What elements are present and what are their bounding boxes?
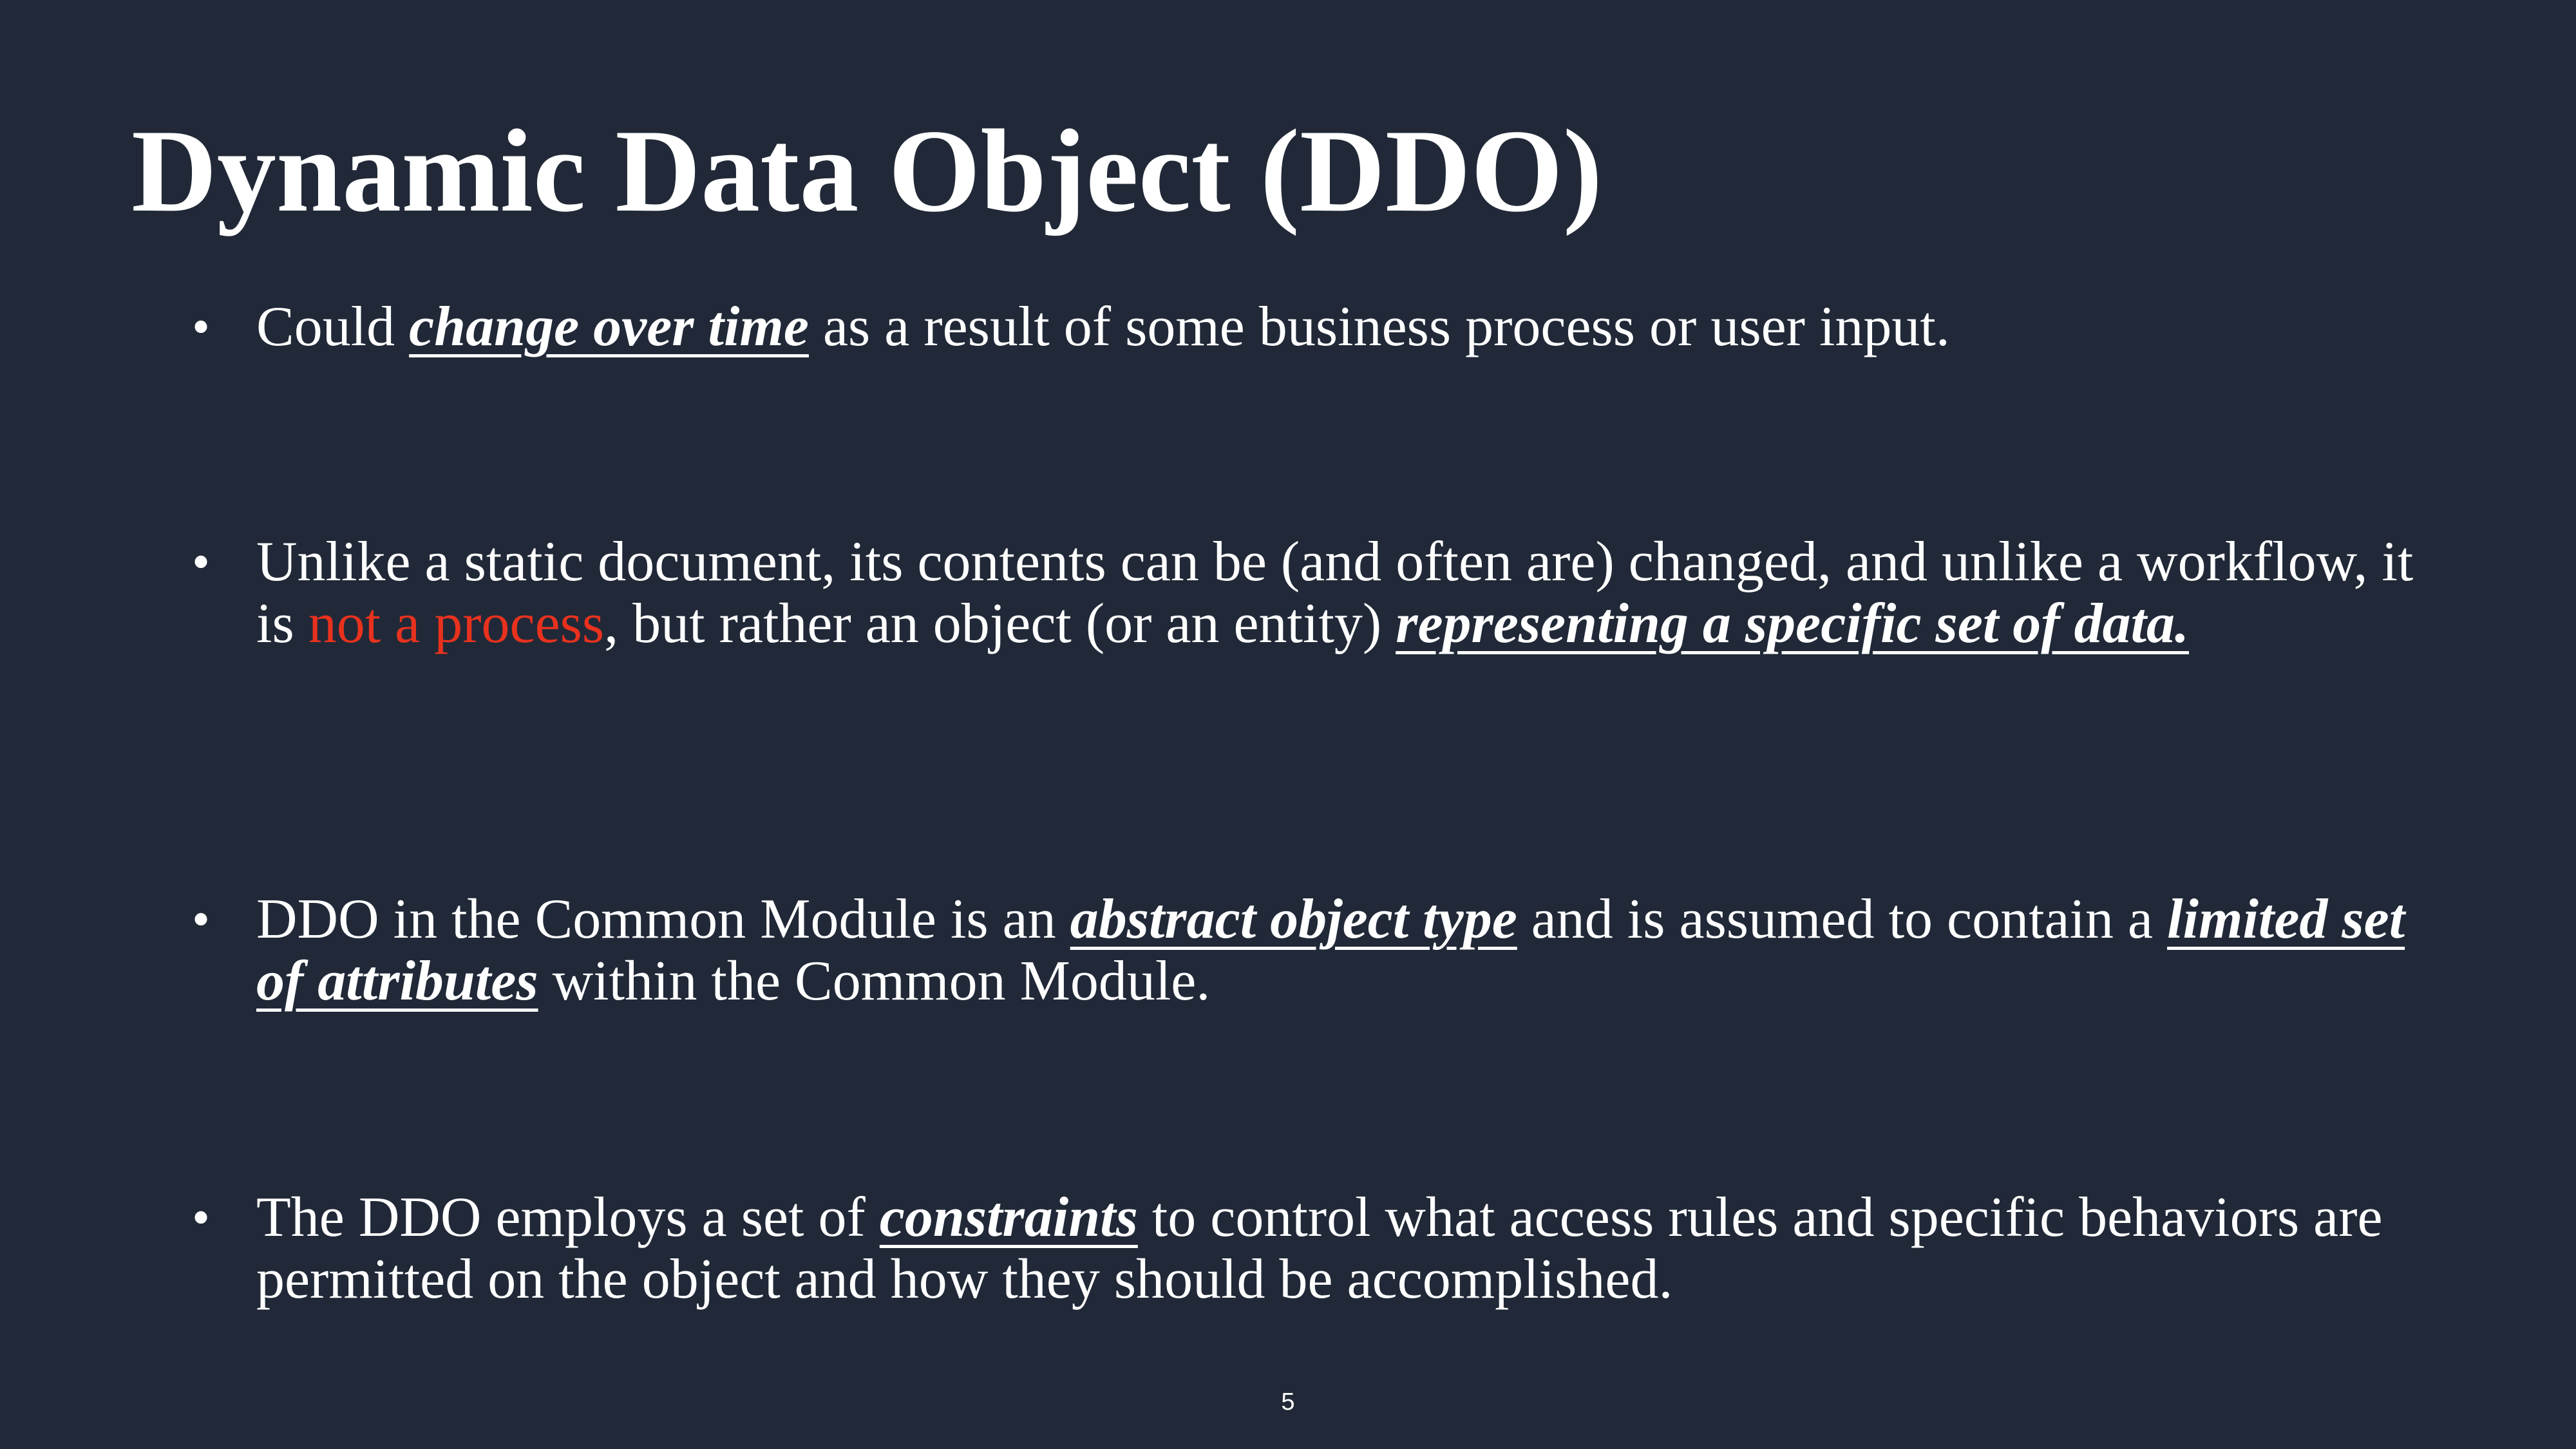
bullet-dot-icon: •	[192, 534, 211, 591]
highlight-text: not a process	[308, 592, 605, 655]
emphasis-text: constraints	[879, 1186, 1138, 1249]
emphasis-text: representing a specific set of data.	[1396, 592, 2190, 655]
slide-title: Dynamic Data Object (DDO)	[131, 105, 1603, 236]
bullet-text: The DDO employs a set of	[256, 1186, 880, 1249]
bullet-text: DDO in the Common Module is an	[256, 888, 1070, 951]
bullet-text: , but rather an object (or an entity)	[604, 592, 1396, 655]
bullet-item-4: • The DDO employs a set of constraints t…	[192, 1186, 2459, 1311]
emphasis-text: change over time	[409, 296, 809, 358]
slide: Dynamic Data Object (DDO) • Could change…	[0, 0, 2576, 1449]
bullet-item-1: • Could change over time as a result of …	[192, 296, 2459, 358]
bullet-text: within the Common Module.	[538, 950, 1211, 1012]
page-number: 5	[1281, 1388, 1295, 1416]
bullet-dot-icon: •	[192, 1189, 211, 1246]
emphasis-text: abstract object type	[1070, 888, 1517, 951]
bullet-dot-icon: •	[192, 891, 211, 948]
bullet-dot-icon: •	[192, 299, 211, 355]
bullet-text: Could	[256, 296, 410, 358]
bullet-text: and is assumed to contain a	[1517, 888, 2168, 951]
bullet-item-2: • Unlike a static document, its contents…	[192, 531, 2459, 655]
bullet-item-3: • DDO in the Common Module is an abstrac…	[192, 888, 2459, 1012]
bullet-text: as a result of some business process or …	[808, 296, 1950, 358]
